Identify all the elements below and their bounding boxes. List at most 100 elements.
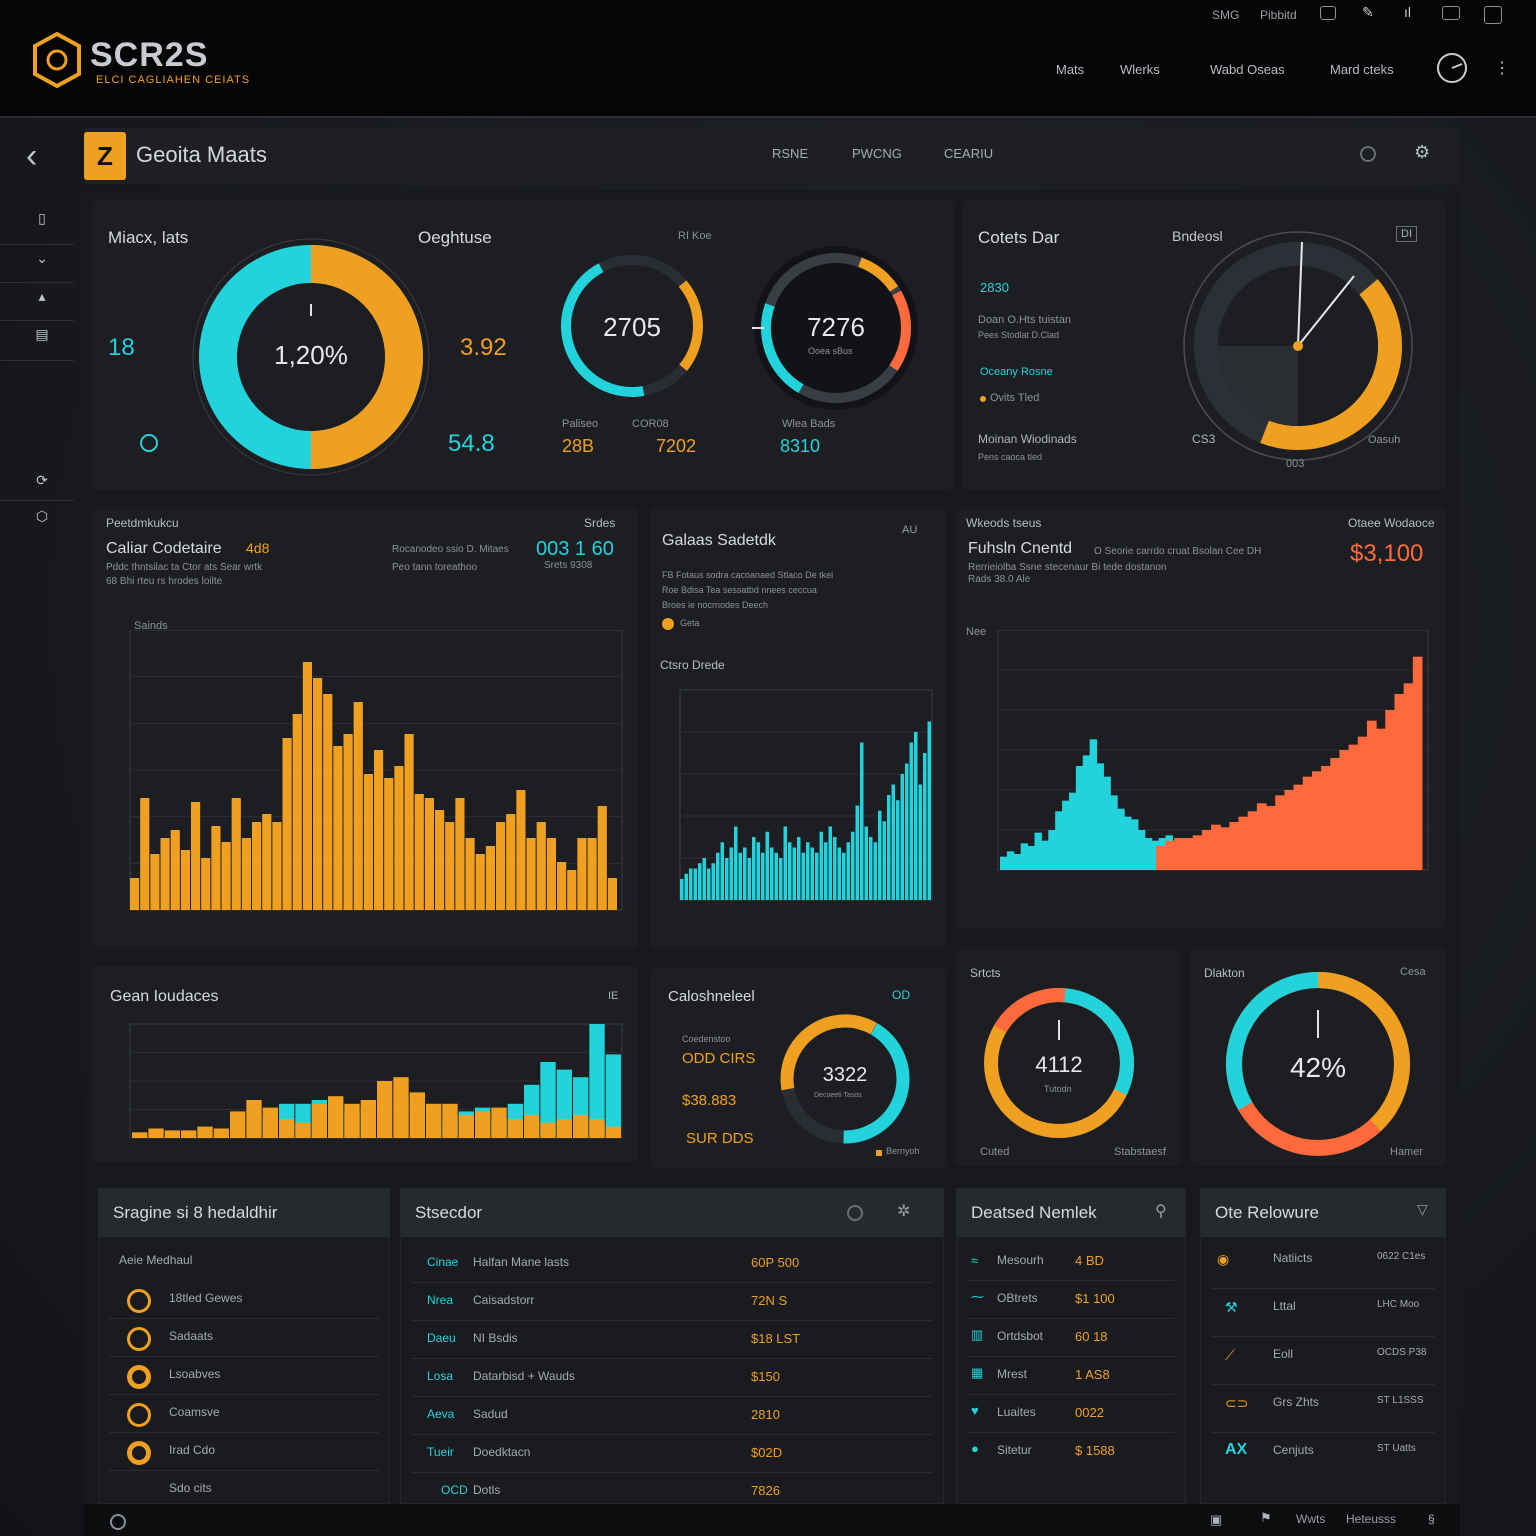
list-item[interactable]: ⚒ Lttal LHC Moo — [1211, 1289, 1435, 1337]
signal-icon[interactable]: ıl — [1404, 4, 1411, 20]
list-item[interactable]: Sadaats — [109, 1319, 379, 1357]
orange-bar — [262, 814, 272, 910]
mixed-badge[interactable]: IE — [608, 990, 618, 1002]
list-item[interactable]: ▥ Ortdsbot 60 18 — [967, 1319, 1175, 1357]
orange-bar — [557, 862, 567, 910]
cyan-bar-chart — [679, 689, 933, 901]
footer-link[interactable]: Wwts — [1296, 1512, 1325, 1526]
brand-tagline: ELCI CAGLIAHEN CEIATS — [96, 74, 251, 86]
orange-bar — [409, 1092, 425, 1138]
sidebar-chevron-icon[interactable]: ⌄ — [28, 250, 56, 278]
cyan-bar — [909, 742, 913, 900]
back-icon[interactable]: ‹ — [26, 139, 37, 173]
row-label: Grs Zhts — [1273, 1395, 1320, 1409]
nav-item[interactable]: Wabd Oseas — [1210, 62, 1285, 77]
cyan-bar — [806, 842, 810, 900]
expand-icon[interactable] — [1484, 6, 1502, 24]
list-item[interactable]: ▦ Mrest 1 AS8 — [967, 1357, 1175, 1395]
nav-item[interactable]: Wlerks — [1120, 62, 1160, 77]
pen-icon[interactable]: ✎ — [1362, 4, 1374, 21]
row-value: OCDS P38 — [1377, 1347, 1427, 1358]
sidebar-home-icon[interactable]: ▯ — [28, 210, 56, 238]
list-item[interactable]: AX Cenjuts ST Uatts — [1211, 1433, 1435, 1481]
ring-b-sub: Ooea sBus — [808, 346, 853, 356]
list-item[interactable]: ● Sitetur $ 1588 — [967, 1433, 1175, 1471]
row-label: Datarbisd + Wauds — [473, 1369, 575, 1383]
row-value: $18 LST — [751, 1331, 801, 1346]
profile-icon[interactable]: ⚙ — [1414, 142, 1430, 163]
sidebar-shield-icon[interactable]: ⬡ — [28, 508, 56, 536]
list-item[interactable]: ≈ Mesourh 4 BD — [967, 1243, 1175, 1281]
list-item[interactable]: Lsoabves — [109, 1357, 379, 1395]
list-item[interactable]: ⁓ OBtrets $1 100 — [967, 1281, 1175, 1319]
orange-bar — [282, 738, 292, 910]
footer-lock-icon[interactable]: ▣ — [1210, 1512, 1222, 1528]
cyan-bar — [824, 842, 828, 900]
footer-home-icon[interactable] — [110, 1514, 126, 1530]
pin-icon[interactable]: ⚲ — [1155, 1201, 1167, 1221]
orange-bar — [424, 798, 434, 910]
orange-bar — [475, 1111, 491, 1138]
red-bar — [1302, 776, 1313, 870]
sidebar-chart-icon[interactable]: ▴ — [28, 288, 56, 316]
cyan-bar — [1000, 856, 1008, 870]
chart-mid-badge[interactable]: AU — [902, 524, 917, 536]
info-icon[interactable] — [140, 434, 158, 452]
tab-ceariu[interactable]: CEARIU — [944, 146, 993, 161]
row-label: Natiicts — [1273, 1251, 1313, 1265]
table-row[interactable]: Nrea Caisadstorr 72N S — [411, 1283, 933, 1321]
donut-title: Caloshneleel — [668, 988, 755, 1005]
table-row[interactable]: Losa Datarbisd + Wauds $150 — [411, 1359, 933, 1397]
list-item[interactable]: ◉ Natiicts 0622 C1es — [1211, 1241, 1435, 1289]
cyan-bar — [873, 842, 877, 900]
more-icon[interactable]: ⋮ — [1494, 58, 1510, 78]
legend-dot — [662, 618, 674, 630]
list-item[interactable]: ⊂⊃ Grs Zhts ST L1SSS — [1211, 1385, 1435, 1433]
row-value: LHC Moo — [1377, 1299, 1420, 1310]
list-item[interactable]: ♥ Luaites 0022 — [967, 1395, 1175, 1433]
footer-link[interactable]: Heteusss — [1346, 1512, 1396, 1526]
nav-item[interactable]: Mard cteks — [1330, 62, 1394, 77]
chart-sub: Peo tann toreathoo — [392, 562, 478, 573]
red-bar — [1357, 736, 1368, 870]
bullet-dot — [980, 396, 986, 402]
shield-icon[interactable]: ▽ — [1417, 1201, 1428, 1218]
list-item[interactable]: Irad Cdo — [109, 1433, 379, 1471]
window-icon[interactable] — [1320, 6, 1336, 20]
orange-bar — [353, 702, 363, 910]
top-small-item[interactable]: SMG — [1212, 8, 1239, 22]
cyan-bar — [1068, 792, 1077, 870]
orange-bar — [465, 838, 475, 910]
list-item[interactable]: Coamsve — [109, 1395, 379, 1433]
clock-icon[interactable] — [1436, 52, 1468, 84]
footer-flag-icon[interactable]: ⚑ — [1260, 1510, 1272, 1526]
display-icon[interactable] — [1442, 6, 1460, 20]
sidebar-refresh-icon[interactable]: ⟳ — [28, 472, 56, 500]
table-row[interactable]: Aeva Sadud 2810 — [411, 1397, 933, 1435]
chart-mid-line: FB Fotaus sodra cacoanaed Stlaco De tkel — [662, 570, 834, 580]
cyan-bar — [779, 858, 783, 900]
gear-icon[interactable]: ✲ — [897, 1201, 910, 1221]
list-item[interactable]: 18tled Gewes — [109, 1281, 379, 1319]
orange-bar — [328, 1096, 344, 1138]
table-row[interactable]: Tueir Doedktacn $02D — [411, 1435, 933, 1473]
tab-pwcng[interactable]: PWCNG — [852, 146, 902, 161]
sidebar-folder-icon[interactable]: ▤ — [28, 326, 56, 354]
tab-rsne[interactable]: RSNE — [772, 146, 808, 161]
search-icon[interactable] — [847, 1205, 863, 1221]
donut-label: Coedenstoo — [682, 1034, 731, 1044]
table-row[interactable]: Cinae Halfan Mane lasts 60P 500 — [411, 1245, 933, 1283]
orange-bar — [536, 822, 546, 910]
table-row[interactable]: Daeu NI Bsdis $18 LST — [411, 1321, 933, 1359]
metrics-title: Miacx, lats — [108, 228, 189, 247]
settings-icon[interactable] — [1360, 146, 1376, 162]
chart-mid-title: Galaas Sadetdk — [662, 532, 776, 549]
top-small-item[interactable]: Pibbitd — [1260, 8, 1297, 22]
orange-bar — [313, 678, 323, 910]
main-ring-value: 1,20% — [274, 340, 348, 370]
list-item[interactable]: ⟋ Eoll OCDS P38 — [1211, 1337, 1435, 1385]
nav-item[interactable]: Mats — [1056, 62, 1084, 77]
cyan-bar — [707, 868, 711, 900]
footer-info-icon[interactable]: § — [1428, 1512, 1435, 1526]
cyan-bar — [1034, 832, 1042, 870]
